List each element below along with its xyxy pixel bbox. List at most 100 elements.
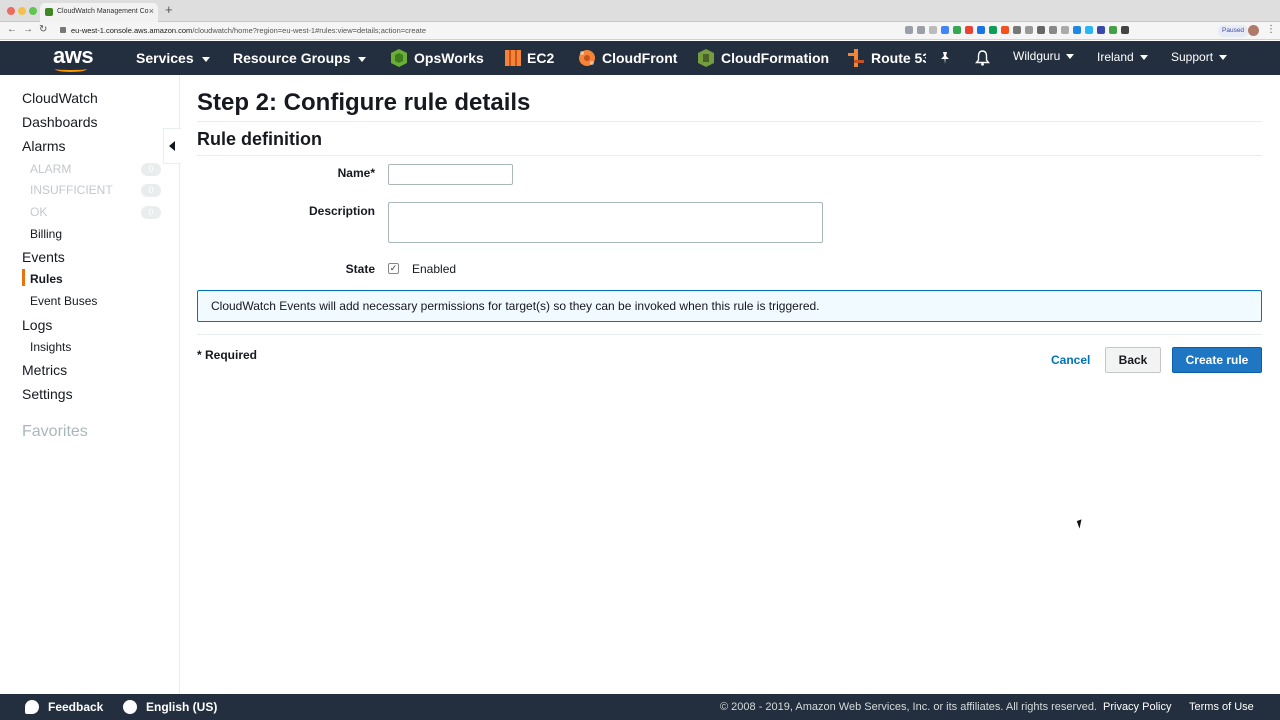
- create-rule-button[interactable]: Create rule: [1172, 347, 1262, 373]
- support-menu[interactable]: Support: [1171, 50, 1228, 64]
- divider: [197, 121, 1262, 122]
- account-name: Wildguru: [1013, 49, 1061, 63]
- sidebar-item-dashboards[interactable]: Dashboards: [22, 114, 98, 130]
- extension-icon[interactable]: [941, 26, 949, 34]
- shortcut-cloudformation[interactable]: CloudFormation: [721, 50, 829, 66]
- ec2-icon: [505, 50, 521, 66]
- sidebar-item-logs[interactable]: Logs: [22, 317, 52, 333]
- sidebar-item-metrics[interactable]: Metrics: [22, 362, 67, 378]
- extension-icon[interactable]: [953, 26, 961, 34]
- region-menu[interactable]: Ireland: [1097, 50, 1148, 64]
- shortcut-opsworks[interactable]: OpsWorks: [414, 50, 484, 66]
- pin-icon[interactable]: [938, 51, 952, 65]
- maximize-window-button[interactable]: [29, 7, 37, 15]
- url-field[interactable]: eu-west-1.console.aws.amazon.com/cloudwa…: [71, 26, 426, 35]
- extension-icon[interactable]: [929, 26, 937, 34]
- extension-icon[interactable]: [1121, 26, 1129, 34]
- sidebar-item-alarm-state[interactable]: ALARM 0: [30, 162, 162, 176]
- sidebar-item-cloudwatch[interactable]: CloudWatch: [22, 90, 98, 106]
- extension-icon[interactable]: [1013, 26, 1021, 34]
- chevron-down-icon: [358, 56, 367, 62]
- opsworks-icon: [391, 49, 407, 67]
- sidebar-item-rules[interactable]: Rules: [30, 272, 63, 286]
- extension-icon[interactable]: [1025, 26, 1033, 34]
- shortcut-ec2[interactable]: EC2: [527, 50, 554, 66]
- terms-of-use-link[interactable]: Terms of Use: [1189, 701, 1254, 713]
- sidebar-item-billing[interactable]: Billing: [30, 227, 62, 241]
- cancel-button[interactable]: Cancel: [1046, 347, 1095, 373]
- sidebar-item-settings[interactable]: Settings: [22, 386, 73, 402]
- profile-avatar[interactable]: [1248, 25, 1259, 36]
- account-menu[interactable]: Wildguru: [1013, 49, 1075, 63]
- name-input[interactable]: [388, 164, 513, 185]
- shortcut-cloudfront[interactable]: CloudFront: [602, 50, 677, 66]
- divider: [197, 155, 1262, 156]
- browser-tab-title: CloudWatch Management Co: [57, 8, 149, 15]
- alarm-state-label: ALARM: [30, 162, 72, 176]
- gmail-icon[interactable]: [965, 26, 973, 34]
- permissions-info-box: CloudWatch Events will add necessary per…: [197, 290, 1262, 322]
- globe-icon: [123, 700, 137, 714]
- extension-icon[interactable]: [1109, 26, 1117, 34]
- browser-tab[interactable]: CloudWatch Management Co ×: [40, 3, 158, 22]
- forward-arrow-icon[interactable]: →: [23, 24, 33, 36]
- extension-icon[interactable]: [1085, 26, 1093, 34]
- url-host: eu-west-1.console.aws.amazon.com: [71, 26, 193, 35]
- sidebar-item-insights[interactable]: Insights: [30, 340, 71, 354]
- grid-icon[interactable]: [1097, 26, 1105, 34]
- sidebar-item-event-buses[interactable]: Event Buses: [30, 294, 97, 308]
- aws-console-header: aws Services Resource Groups OpsWorks EC…: [0, 41, 1280, 75]
- browser-address-bar: ← → ↻ eu-west-1.console.aws.amazon.com/c…: [0, 22, 1280, 40]
- reload-icon[interactable]: ↻: [39, 24, 47, 36]
- profile-paused-badge[interactable]: Paused: [1218, 25, 1249, 37]
- description-input[interactable]: [388, 202, 823, 243]
- bell-icon[interactable]: [975, 50, 990, 66]
- cloudwatch-favicon-icon: [45, 8, 53, 16]
- extension-icon[interactable]: [1073, 26, 1081, 34]
- language-selector[interactable]: English (US): [146, 700, 217, 714]
- back-arrow-icon[interactable]: ←: [7, 24, 17, 36]
- tab-close-icon[interactable]: ×: [149, 6, 154, 16]
- insufficient-state-label: INSUFFICIENT: [30, 183, 113, 197]
- chevron-down-icon: [1219, 55, 1228, 61]
- services-menu[interactable]: Services: [136, 50, 210, 66]
- resource-groups-menu[interactable]: Resource Groups: [233, 50, 367, 66]
- chevron-down-icon: [1066, 54, 1075, 60]
- services-label: Services: [136, 50, 194, 66]
- sidebar-item-events[interactable]: Events: [22, 249, 65, 265]
- new-tab-icon[interactable]: +: [165, 3, 173, 17]
- description-label: Description: [308, 204, 375, 218]
- sidebar-item-alarms[interactable]: Alarms: [22, 138, 66, 154]
- sidebar-item-ok-state[interactable]: OK 0: [30, 205, 162, 219]
- feedback-link[interactable]: Feedback: [48, 700, 103, 714]
- extension-icon[interactable]: [977, 26, 985, 34]
- minimize-window-button[interactable]: [18, 7, 26, 15]
- zoom-icon[interactable]: [905, 26, 913, 34]
- state-label: State: [345, 262, 375, 276]
- sidebar-item-insufficient-state[interactable]: INSUFFICIENT 0: [30, 183, 162, 197]
- caret-left-icon: [169, 141, 175, 151]
- region-name: Ireland: [1097, 50, 1134, 64]
- shortcut-route53[interactable]: Route 53: [871, 50, 926, 66]
- extension-icon[interactable]: [1061, 26, 1069, 34]
- privacy-policy-link[interactable]: Privacy Policy: [1103, 701, 1171, 713]
- extension-icon[interactable]: [1037, 26, 1045, 34]
- back-button[interactable]: Back: [1105, 347, 1161, 373]
- enabled-label[interactable]: Enabled: [412, 262, 456, 276]
- insufficient-count-badge: 0: [141, 184, 161, 197]
- aws-smile-icon: [55, 66, 87, 72]
- browser-menu-icon[interactable]: ⋮: [1266, 24, 1276, 35]
- sidebar-collapse-button[interactable]: [163, 128, 181, 164]
- url-path: /cloudwatch/home?region=eu-west-1#rules:…: [192, 26, 426, 35]
- support-label: Support: [1171, 50, 1214, 64]
- speech-bubble-icon: [25, 700, 39, 714]
- bookmark-star-icon[interactable]: [917, 26, 925, 34]
- console-footer: Feedback English (US) © 2008 - 2019, Ama…: [0, 694, 1280, 720]
- ok-count-badge: 0: [141, 206, 161, 219]
- route53-icon: [848, 49, 864, 67]
- check-icon[interactable]: [989, 26, 997, 34]
- extension-icon[interactable]: [1049, 26, 1057, 34]
- close-window-button[interactable]: [7, 7, 15, 15]
- enabled-checkbox[interactable]: ✓: [388, 263, 399, 274]
- extension-icon[interactable]: [1001, 26, 1009, 34]
